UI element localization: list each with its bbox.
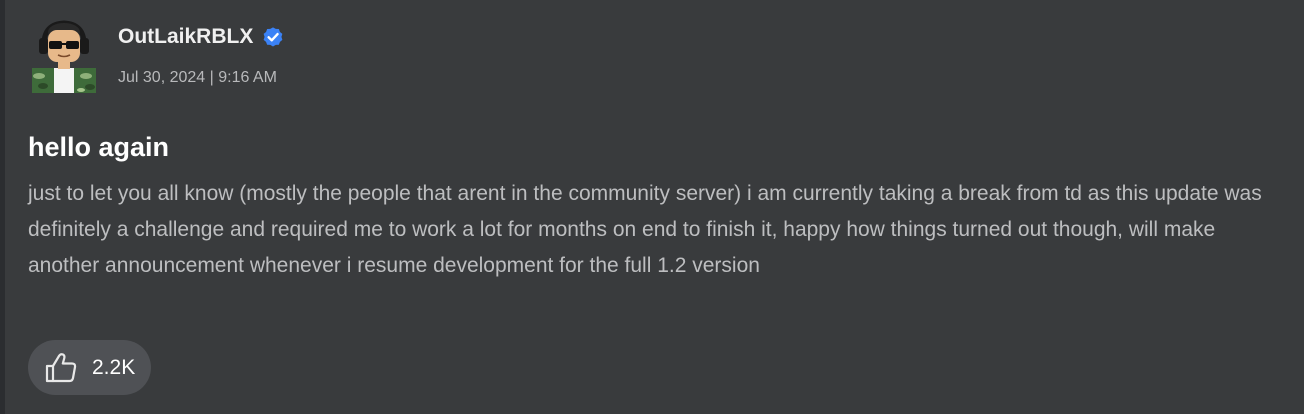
author-avatar[interactable] [28, 18, 100, 93]
post-body: just to let you all know (mostly the peo… [28, 182, 1262, 277]
author-name-label[interactable]: OutLaikRBLX [118, 24, 253, 50]
announcement-post: OutLaikRBLX Jul 30, 2024 | 9:16 AM hello… [0, 0, 1304, 414]
author-name[interactable]: OutLaikRBLX [118, 24, 284, 50]
post-timestamp: Jul 30, 2024 | 9:16 AM [118, 69, 277, 86]
like-count: 2.2K [92, 355, 136, 379]
verified-badge-icon [263, 27, 283, 47]
thumbs-up-icon [45, 352, 77, 382]
like-button[interactable]: 2.2K [28, 340, 151, 395]
left-border-strip [0, 0, 5, 414]
post-title: hello again [28, 132, 170, 162]
